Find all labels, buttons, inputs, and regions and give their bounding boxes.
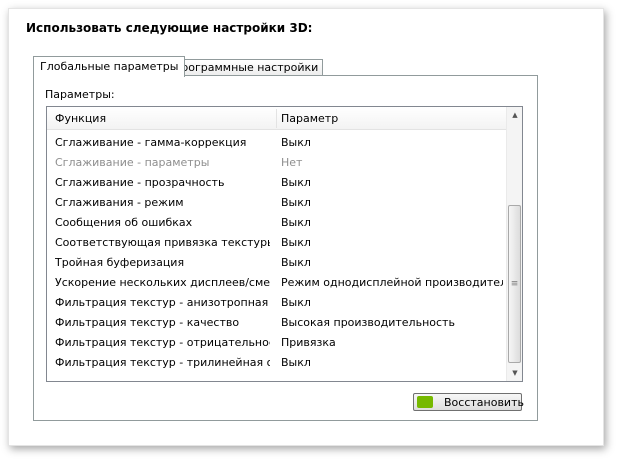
list-item[interactable]: Тройная буферизация Выкл <box>47 253 507 273</box>
feature-value[interactable]: Выкл <box>281 236 503 249</box>
scroll-up-icon[interactable]: ▲ <box>507 107 522 123</box>
feature-value[interactable]: Выкл <box>281 256 503 269</box>
scrollbar-thumb[interactable]: ≡ <box>508 205 521 363</box>
settings-list: Функция Параметр Сглаживание - гамма-кор… <box>46 106 523 382</box>
feature-name: Фильтрация текстур - качество <box>55 316 240 329</box>
feature-value[interactable]: Выкл <box>281 296 503 309</box>
list-item[interactable]: Фильтрация текстур - качество Высокая про… <box>47 313 507 333</box>
list-item[interactable]: Сглаживание - параметры Нет <box>47 153 507 173</box>
feature-value[interactable]: Режим однодисплейной производитель... <box>281 276 503 289</box>
feature-value[interactable]: Выкл <box>281 356 503 369</box>
scroll-down-icon[interactable]: ▼ <box>507 365 522 381</box>
section-title: Использовать следующие настройки 3D: <box>26 21 313 35</box>
feature-name: Ускорение нескольких дисплеев/смеша... <box>55 276 270 289</box>
feature-value[interactable]: Выкл <box>281 176 503 189</box>
feature-name: Сглаживание - параметры <box>55 156 210 169</box>
nvidia-logo-icon <box>417 396 433 408</box>
feature-name: Соответствующая привязка текстуры <box>55 236 270 249</box>
list-item[interactable]: Сглаживание - прозрачность Выкл <box>47 173 507 193</box>
list-item[interactable]: Сглаживание - гамма-коррекция Выкл <box>47 133 507 153</box>
vertical-scrollbar[interactable]: ▲ ≡ ▼ <box>506 107 522 381</box>
list-item[interactable]: Ускорение нескольких дисплеев/смеша... Ре… <box>47 273 507 293</box>
feature-name: Сглаживание - гамма-коррекция <box>55 136 247 149</box>
feature-value[interactable]: Выкл <box>281 216 503 229</box>
feature-value[interactable]: Выкл <box>281 136 503 149</box>
list-item[interactable]: Соответствующая привязка текстуры Выкл <box>47 233 507 253</box>
list-item[interactable]: Сглаживания - режим Выкл <box>47 193 507 213</box>
feature-name: Фильтрация текстур - анизотропная оп... <box>55 296 270 309</box>
column-header-setting[interactable]: Параметр <box>281 112 503 125</box>
list-item[interactable]: Сообщения об ошибках Выкл <box>47 213 507 233</box>
feature-name: Сглаживания - режим <box>55 196 184 209</box>
list-header: Функция Параметр <box>47 107 507 130</box>
list-item[interactable]: Фильтрация текстур - анизотропная оп... В… <box>47 293 507 313</box>
tab-global-settings[interactable]: Глобальные параметры <box>33 56 186 77</box>
feature-value[interactable]: Высокая производительность <box>281 316 503 329</box>
feature-name: Фильтрация текстур - отрицательное о... <box>55 336 270 349</box>
feature-value[interactable]: Привязка <box>281 336 503 349</box>
feature-name: Фильтрация текстур - трилинейная опт... <box>55 356 270 369</box>
feature-name: Тройная буферизация <box>55 256 185 269</box>
tab-program-settings[interactable]: Программные настройки <box>168 59 324 76</box>
column-divider[interactable] <box>276 109 277 128</box>
column-header-feature[interactable]: Функция <box>55 112 270 125</box>
feature-name: Сглаживание - прозрачность <box>55 176 225 189</box>
params-label: Параметры: <box>45 88 115 101</box>
feature-value[interactable]: Выкл <box>281 196 503 209</box>
list-item[interactable]: Фильтрация текстур - трилинейная опт... В… <box>47 353 507 373</box>
feature-name: Сообщения об ошибках <box>55 216 193 229</box>
restore-button[interactable]: Восстановить <box>413 393 524 411</box>
feature-value[interactable]: Нет <box>281 156 503 169</box>
list-item[interactable]: Фильтрация текстур - отрицательное о... П… <box>47 333 507 353</box>
